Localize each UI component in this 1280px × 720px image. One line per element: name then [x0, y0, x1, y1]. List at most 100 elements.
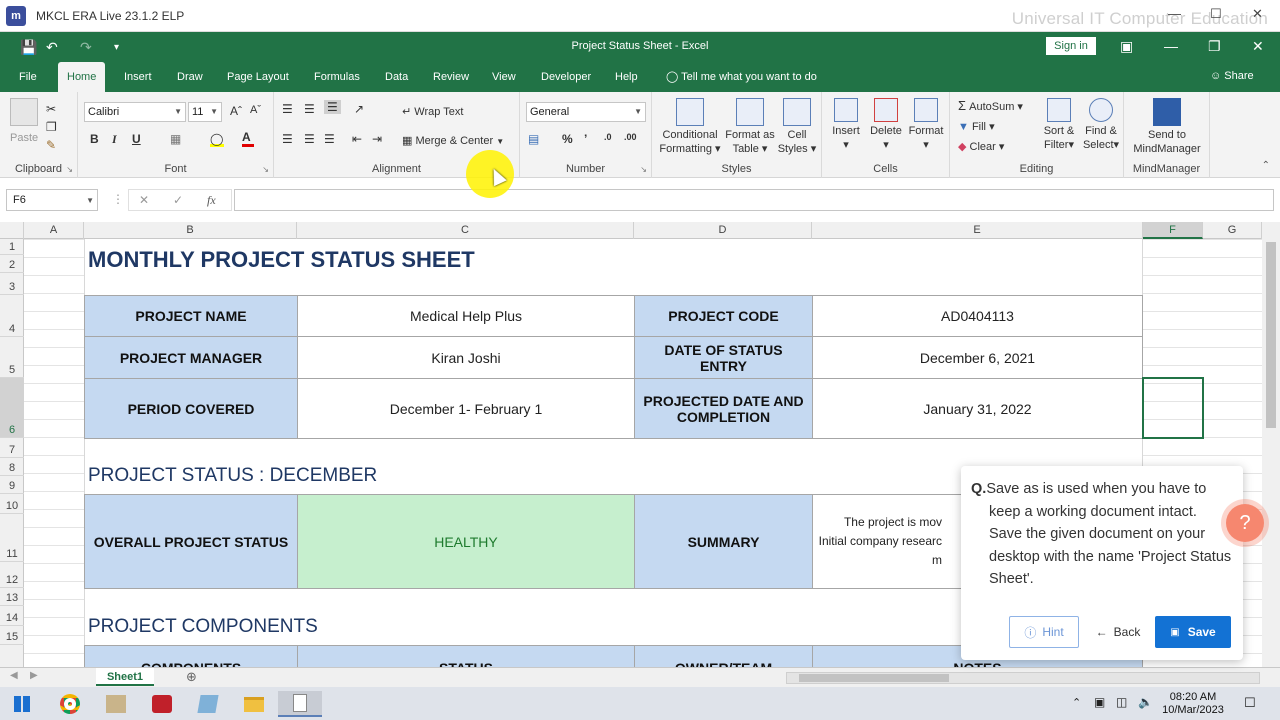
fill-button[interactable]: ▼ Fill ▾ — [958, 120, 995, 133]
maximize-icon[interactable]: ☐ — [1210, 6, 1222, 22]
tab-draw[interactable]: Draw — [168, 62, 212, 92]
project-code-cell[interactable]: AD0404113 — [812, 295, 1143, 337]
select-all-corner[interactable] — [0, 222, 24, 239]
align-center-icon[interactable]: ☰ — [304, 132, 315, 146]
name-box[interactable]: F6 ▼ — [6, 189, 98, 211]
insert-cells-button[interactable]: Insert ▾ — [826, 98, 866, 152]
number-format-select[interactable]: General ▼ — [526, 102, 646, 122]
bold-button[interactable]: B — [90, 132, 99, 146]
era-app-icon[interactable] — [194, 691, 222, 717]
insert-function-icon[interactable]: fx — [207, 193, 216, 208]
find-select-button[interactable]: Find & Select▾ — [1080, 98, 1122, 152]
format-cells-button[interactable]: Format ▾ — [906, 98, 946, 152]
paste-icon[interactable] — [10, 98, 38, 126]
row-header[interactable]: 9 — [0, 476, 24, 494]
row-header[interactable]: 4 — [0, 295, 24, 337]
italic-button[interactable]: I — [112, 132, 117, 147]
tab-insert[interactable]: Insert — [115, 62, 161, 92]
collapse-ribbon-icon[interactable]: ⌃ — [1262, 160, 1270, 171]
tab-page-layout[interactable]: Page Layout — [218, 62, 298, 92]
decrease-indent-icon[interactable]: ⇤ — [352, 132, 362, 146]
format-as-table-button[interactable]: Format as Table ▾ — [724, 98, 776, 156]
summary-label[interactable]: SUMMARY — [634, 494, 813, 589]
row-header-selected[interactable]: 6 — [0, 378, 24, 438]
font-name-select[interactable]: Calibri ▼ — [84, 102, 186, 122]
clipboard-launcher-icon[interactable]: ↘ — [66, 165, 73, 174]
notifications-icon[interactable]: ☐ — [1244, 695, 1256, 711]
column-header[interactable]: G — [1203, 222, 1262, 239]
active-window-icon[interactable] — [278, 691, 322, 717]
copy-icon[interactable]: ❐ — [46, 120, 57, 134]
font-size-select[interactable]: 11 ▼ — [188, 102, 222, 122]
conditional-formatting-button[interactable]: Conditional Formatting ▾ — [656, 98, 724, 156]
chrome-icon[interactable] — [56, 691, 84, 717]
excel-minimize-icon[interactable]: — — [1164, 38, 1178, 54]
hint-button[interactable]: ⓘ Hint — [1009, 616, 1079, 648]
projected-date-label[interactable]: PROJECTED DATE AND COMPLETION — [634, 378, 813, 439]
decrease-font-icon[interactable]: Aˇ — [250, 104, 261, 116]
tab-home[interactable]: Home — [58, 62, 106, 92]
align-right-icon[interactable]: ☰ — [324, 132, 335, 146]
delete-cells-button[interactable]: Delete ▾ — [866, 98, 906, 152]
percent-icon[interactable]: % — [562, 132, 573, 146]
tab-developer[interactable]: Developer — [532, 62, 600, 92]
align-middle-icon[interactable]: ☰ — [304, 102, 315, 116]
project-code-label[interactable]: PROJECT CODE — [634, 295, 813, 337]
tab-help[interactable]: Help — [606, 62, 647, 92]
enter-icon[interactable]: ✓ — [173, 193, 183, 207]
align-top-icon[interactable]: ☰ — [282, 102, 293, 116]
volume-icon[interactable]: 🔈 — [1138, 695, 1153, 709]
row-header[interactable]: 10 — [0, 494, 24, 514]
font-launcher-icon[interactable]: ↘ — [262, 165, 269, 174]
autosum-button[interactable]: Σ AutoSum ▾ — [958, 98, 1023, 113]
format-painter-icon[interactable]: ✎ — [46, 138, 56, 152]
cut-icon[interactable]: ✂ — [46, 102, 56, 116]
column-header[interactable]: B — [84, 222, 297, 239]
sheet-tab-sheet1[interactable]: Sheet1 — [96, 668, 154, 686]
scroll-thumb[interactable] — [1266, 242, 1276, 428]
clear-button[interactable]: ◆ Clear ▾ — [958, 140, 1004, 153]
row-header[interactable]: 5 — [0, 337, 24, 378]
number-launcher-icon[interactable]: ↘ — [640, 165, 647, 174]
ribbon-display-icon[interactable]: ▣ — [1120, 38, 1133, 55]
row-header[interactable]: 15 — [0, 626, 24, 645]
row-header[interactable]: 11 — [0, 514, 24, 562]
row-header[interactable]: 14 — [0, 606, 24, 626]
minimize-icon[interactable]: — — [1168, 6, 1181, 21]
row-header[interactable]: 13 — [0, 588, 24, 606]
column-header[interactable]: C — [297, 222, 634, 239]
active-cell-f6[interactable] — [1142, 377, 1204, 439]
share-button[interactable]: ☺ Share — [1210, 70, 1254, 82]
project-name-cell[interactable]: Medical Help Plus — [297, 295, 635, 337]
project-manager-label[interactable]: PROJECT MANAGER — [84, 336, 298, 379]
tab-data[interactable]: Data — [376, 62, 417, 92]
row-header[interactable]: 8 — [0, 458, 24, 476]
app-icon[interactable] — [102, 691, 130, 717]
decrease-decimal-icon[interactable]: .00 — [624, 132, 637, 142]
row-header[interactable]: 1 — [0, 239, 24, 255]
increase-decimal-icon[interactable]: .0 — [604, 132, 612, 142]
tab-file[interactable]: File — [10, 62, 46, 92]
send-to-mindmanager-button[interactable]: Send to MindManager — [1128, 98, 1206, 156]
tab-view[interactable]: View — [483, 62, 525, 92]
chevron-up-icon[interactable]: ⌃ — [1072, 696, 1081, 709]
borders-icon[interactable]: ▦ — [170, 132, 181, 146]
add-sheet-icon[interactable]: ⊕ — [186, 669, 197, 685]
tab-review[interactable]: Review — [424, 62, 478, 92]
horizontal-scroll-thumb[interactable] — [799, 674, 949, 682]
sign-in-button[interactable]: Sign in — [1046, 37, 1096, 55]
row-header[interactable]: 3 — [0, 273, 24, 295]
currency-icon[interactable]: ▤ — [528, 132, 539, 146]
column-header-selected[interactable]: F — [1143, 222, 1203, 239]
fill-color-icon[interactable]: ◯ — [210, 132, 224, 147]
status-date-cell[interactable]: December 6, 2021 — [812, 336, 1143, 379]
wrap-text-button[interactable]: ↵ Wrap Text — [402, 105, 463, 118]
overall-status-cell[interactable]: HEALTHY — [297, 494, 635, 589]
status-date-label[interactable]: DATE OF STATUS ENTRY — [634, 336, 813, 379]
save-button[interactable]: ▣ Save — [1155, 616, 1231, 648]
components-header[interactable]: COMPONENTS — [84, 645, 298, 667]
column-header[interactable]: E — [812, 222, 1143, 239]
formula-input[interactable] — [234, 189, 1274, 211]
cancel-icon[interactable]: ✕ — [139, 193, 149, 207]
excel-close-icon[interactable]: ✕ — [1252, 38, 1264, 55]
